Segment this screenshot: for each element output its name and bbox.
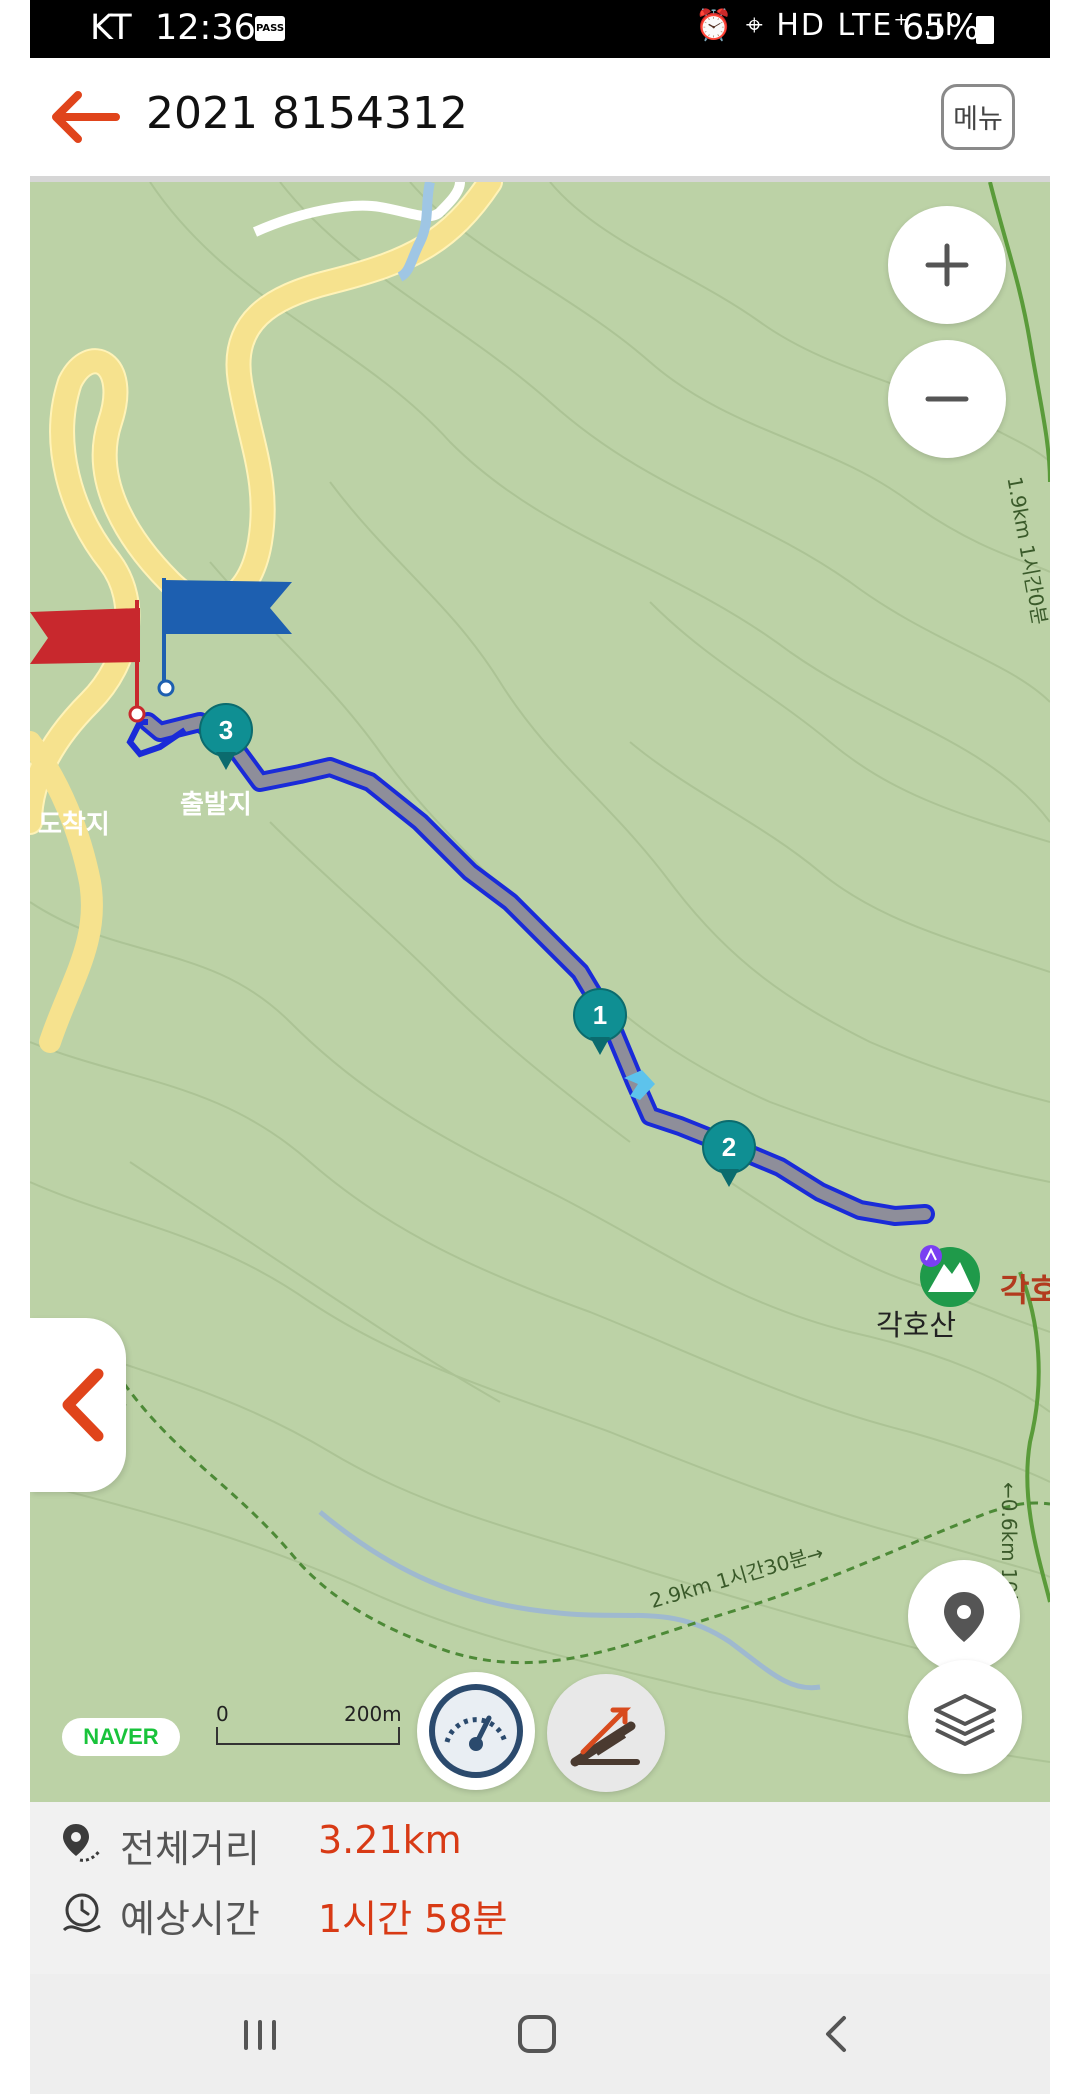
system-nav-bar [30, 1974, 1050, 2094]
naver-logo: NAVER [62, 1718, 180, 1756]
chevron-left-icon [62, 1368, 104, 1442]
speed-profile-button[interactable] [417, 1672, 535, 1790]
arrival-label: 도착지 [38, 810, 110, 840]
estimated-time-value: 1시간 58분 [318, 1897, 508, 1941]
page-title: 2021 8154312 [146, 88, 468, 139]
map-scale-bar [216, 1727, 400, 1745]
route-summary-panel: 전체거리 3.21km 예상시간 1시간 58분 [30, 1802, 1050, 1974]
peak-edge-label: 각호 [1000, 1271, 1050, 1309]
pass-app-icon: PASS [255, 16, 285, 41]
zoom-out-button[interactable] [888, 340, 1006, 458]
battery-level: 65% [902, 8, 980, 48]
estimated-time-label: 예상시간 [120, 1897, 260, 1941]
arrow-left-icon [52, 91, 120, 143]
elevation-slope-icon [570, 1707, 640, 1767]
mountain-peak-icon [920, 1245, 980, 1307]
back-nav-button[interactable] [796, 2004, 876, 2064]
peak-name-label: 각호산 [876, 1308, 957, 1342]
speedometer-icon [429, 1684, 523, 1778]
clock: 12:36 [155, 8, 256, 48]
back-button[interactable] [48, 86, 120, 148]
status-bar: KT 12:36 PASS ⏰ ⌖ HD LTE⁺ .ıl 65% [30, 0, 1050, 58]
carrier-name: KT [90, 8, 132, 48]
route-distance-icon [63, 1824, 102, 1862]
total-distance-label: 전체거리 [120, 1827, 260, 1871]
departure-label: 출발지 [180, 790, 252, 820]
menu-button[interactable]: 메뉴 [941, 84, 1015, 150]
app-screen: KT 12:36 PASS ⏰ ⌖ HD LTE⁺ .ıl 65% 2021 8… [30, 0, 1050, 2094]
app-header: 2021 8154312 메뉴 [30, 58, 1050, 182]
map-layers-button[interactable] [908, 1660, 1022, 1774]
map-view[interactable]: 도착지 출발지 각호산 각호 2.9km 1시간30분→ 1.9km 1시간0분… [30, 182, 1050, 1802]
total-distance-value: 3.21km [318, 1818, 462, 1862]
elevation-profile-button[interactable] [547, 1674, 665, 1792]
my-location-button[interactable] [908, 1560, 1020, 1672]
zoom-in-button[interactable] [888, 206, 1006, 324]
layers-icon [934, 1694, 996, 1746]
home-button[interactable] [497, 2004, 577, 2064]
location-pin-icon [944, 1592, 984, 1642]
battery-icon [976, 16, 994, 44]
scale-distance-label: 200m [344, 1702, 402, 1726]
home-icon [518, 2015, 556, 2053]
departure-flag-icon [157, 578, 292, 697]
waypoint-1-label[interactable]: 1 [578, 1000, 622, 1031]
scale-start-label: 0 [216, 1702, 229, 1726]
waypoint-2-label[interactable]: 2 [707, 1132, 751, 1163]
plus-icon [925, 243, 969, 287]
minus-icon [925, 396, 969, 402]
clock-walk-icon [62, 1893, 101, 1933]
chevron-left-icon [826, 2016, 846, 2052]
waypoint-3-label[interactable]: 3 [204, 715, 248, 746]
recent-apps-icon [244, 2020, 276, 2050]
side-panel-toggle[interactable] [30, 1318, 126, 1492]
recent-apps-button[interactable] [220, 2004, 300, 2064]
